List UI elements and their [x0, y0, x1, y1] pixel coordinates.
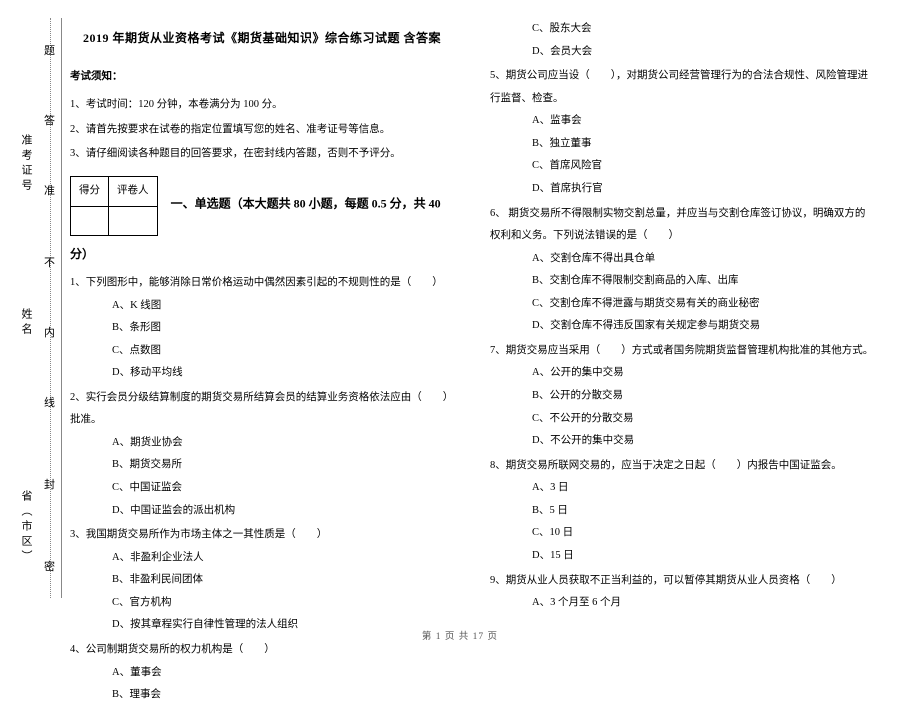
dotted-cut-line [50, 18, 51, 598]
question-block: 1、下列图形中，能够消除日常价格运动中偶然因素引起的不规则性的是（ ） A、K … [70, 272, 454, 385]
question-block: 9、期货从业人员获取不正当利益的，可以暂停其期货从业人员资格（ ） A、3 个月… [490, 570, 874, 615]
question-option: A、监事会 [490, 110, 874, 133]
score-cell-score: 得分 [71, 177, 109, 207]
seal-char-ti: 题 [44, 42, 55, 58]
question-option: B、非盈利民间团体 [70, 569, 454, 592]
question-option: B、期货交易所 [70, 454, 454, 477]
question-block: 2、实行会员分级结算制度的期货交易所结算会员的结算业务资格依法应由（ ）批准。 … [70, 387, 454, 522]
page-footer: 第 1 页 共 17 页 [0, 628, 920, 642]
seal-char-da: 答 [44, 112, 55, 128]
question-stem: 2、实行会员分级结算制度的期货交易所结算会员的结算业务资格依法应由（ ）批准。 [70, 387, 454, 432]
question-block: 8、期货交易所联网交易的，应当于决定之日起（ ）内报告中国证监会。 A、3 日 … [490, 455, 874, 568]
question-option: A、期货业协会 [70, 432, 454, 455]
question-option: D、交割仓库不得违反国家有关规定参与期货交易 [490, 315, 874, 338]
seal-char-xian: 线 [44, 394, 55, 410]
question-option: A、K 线图 [70, 295, 454, 318]
seal-char-feng: 封 [44, 476, 55, 492]
left-column: 2019 年期货从业资格考试《期货基础知识》综合练习试题 含答案 考试须知： 1… [62, 18, 472, 620]
question-stem: 4、公司制期货交易所的权力机构是（ ） [70, 639, 454, 662]
seal-char-mi: 密 [44, 558, 55, 574]
question-stem: 8、期货交易所联网交易的，应当于决定之日起（ ）内报告中国证监会。 [490, 455, 874, 478]
question-block: 5、期货公司应当设（ ），对期货公司经营管理行为的合法合规性、风险管理进行监督、… [490, 65, 874, 200]
question-option: A、公开的集中交易 [490, 362, 874, 385]
question-stem: 9、期货从业人员获取不正当利益的，可以暂停其期货从业人员资格（ ） [490, 570, 874, 593]
question-stem: 6、 期货交易所不得限制实物交割总量，并应当与交割仓库签订协议，明确双方的权利和… [490, 203, 874, 248]
question-option: A、非盈利企业法人 [70, 547, 454, 570]
question-stem: 1、下列图形中，能够消除日常价格运动中偶然因素引起的不规则性的是（ ） [70, 272, 454, 295]
question-option: A、交割仓库不得出具仓单 [490, 248, 874, 271]
question-option: A、董事会 [70, 662, 454, 685]
binding-label-ticket: 准考证号 [18, 134, 34, 194]
question-block: 6、 期货交易所不得限制实物交割总量，并应当与交割仓库签订协议，明确双方的权利和… [490, 203, 874, 338]
question-block: 3、我国期货交易所作为市场主体之一其性质是（ ） A、非盈利企业法人 B、非盈利… [70, 524, 454, 637]
binding-label-name: 姓名 [18, 308, 34, 338]
question-option: D、首席执行官 [490, 178, 874, 201]
question-option: B、公开的分散交易 [490, 385, 874, 408]
page-body: 2019 年期货从业资格考试《期货基础知识》综合练习试题 含答案 考试须知： 1… [0, 0, 920, 650]
score-table: 得分 评卷人 [70, 176, 158, 236]
question-option: C、10 日 [490, 522, 874, 545]
question-option: B、理事会 [70, 684, 454, 707]
question-stem: 3、我国期货交易所作为市场主体之一其性质是（ ） [70, 524, 454, 547]
question-option: D、中国证监会的派出机构 [70, 500, 454, 523]
question-option: D、15 日 [490, 545, 874, 568]
exam-title: 2019 年期货从业资格考试《期货基础知识》综合练习试题 含答案 [70, 26, 454, 52]
question-option: D、移动平均线 [70, 362, 454, 385]
score-cell-blank [71, 206, 109, 236]
question-option: C、交割仓库不得泄露与期货交易有关的商业秘密 [490, 293, 874, 316]
notice-header: 考试须知： [70, 66, 454, 89]
question-option: C、首席风险官 [490, 155, 874, 178]
question-option: B、5 日 [490, 500, 874, 523]
binding-margin: 省（市区） 姓名 准考证号 密 封 线 内 不 准 答 题 [14, 18, 62, 598]
question-option: A、3 个月至 6 个月 [490, 592, 874, 615]
question-option: B、交割仓库不得限制交割商品的入库、出库 [490, 270, 874, 293]
question-stem: 5、期货公司应当设（ ），对期货公司经营管理行为的合法合规性、风险管理进行监督、… [490, 65, 874, 110]
question-option: D、会员大会 [490, 41, 874, 64]
question-option: B、独立董事 [490, 133, 874, 156]
question-option: C、股东大会 [490, 18, 874, 41]
right-column: C、股东大会 D、会员大会 5、期货公司应当设（ ），对期货公司经营管理行为的合… [472, 18, 892, 620]
notice-line: 1、考试时间：120 分钟，本卷满分为 100 分。 [70, 94, 454, 117]
question-option: B、条形图 [70, 317, 454, 340]
seal-char-bu: 不 [44, 254, 55, 270]
question-option: A、3 日 [490, 477, 874, 500]
binding-label-province: 省（市区） [18, 490, 34, 565]
question-block: 7、期货交易应当采用（ ）方式或者国务院期货监督管理机构批准的其他方式。 A、公… [490, 340, 874, 453]
question-block: 4、公司制期货交易所的权力机构是（ ） A、董事会 B、理事会 [70, 639, 454, 707]
notice-line: 2、请首先按要求在试卷的指定位置填写您的姓名、准考证号等信息。 [70, 119, 454, 142]
seal-char-nei: 内 [44, 324, 55, 340]
question-stem: 7、期货交易应当采用（ ）方式或者国务院期货监督管理机构批准的其他方式。 [490, 340, 874, 363]
question-option: C、中国证监会 [70, 477, 454, 500]
score-cell-grader: 评卷人 [109, 177, 158, 207]
question-option: C、不公开的分散交易 [490, 408, 874, 431]
question-option: D、不公开的集中交易 [490, 430, 874, 453]
notice-line: 3、请仔细阅读各种题目的回答要求，在密封线内答题，否则不予评分。 [70, 143, 454, 166]
score-cell-blank [109, 206, 158, 236]
section-row: 得分 评卷人 一、单选题（本大题共 80 小题，每题 0.5 分，共 40 分） [70, 168, 454, 268]
seal-char-zhun: 准 [44, 182, 55, 198]
question-option: C、点数图 [70, 340, 454, 363]
question-option: C、官方机构 [70, 592, 454, 615]
